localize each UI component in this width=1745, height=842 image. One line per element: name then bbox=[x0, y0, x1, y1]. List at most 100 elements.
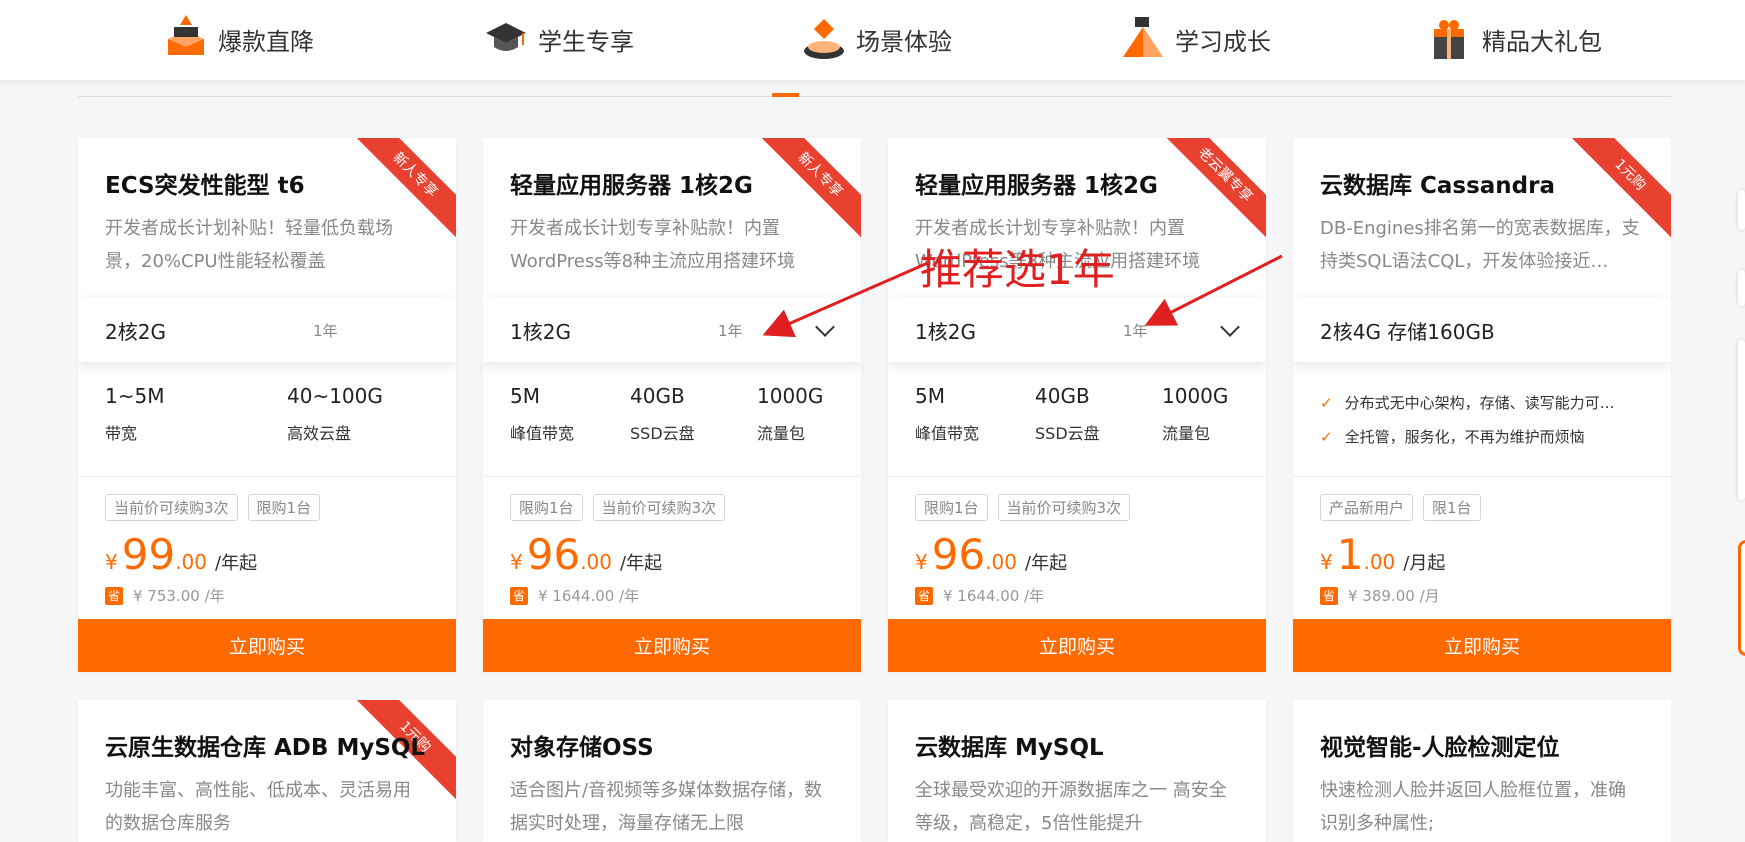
tab-label: 学生专享 bbox=[538, 27, 634, 56]
metric-disk: 40~100G 高效云盘 bbox=[287, 384, 383, 443]
card-title: 对象存储OSS bbox=[510, 735, 654, 761]
feature-item: ✓ 分布式无中心架构，存储、读写能力可… bbox=[1320, 394, 1615, 412]
period-value: 1年 bbox=[1123, 321, 1148, 340]
metric-traffic: 1000G 流量包 bbox=[757, 384, 824, 443]
growth-pyramid-icon bbox=[1121, 13, 1165, 65]
tag: 限购1台 bbox=[247, 494, 321, 521]
card-title: 云原生数据仓库 ADB MySQL bbox=[105, 735, 426, 761]
side-widget-consult[interactable] bbox=[1738, 540, 1745, 656]
side-widget[interactable] bbox=[1738, 270, 1745, 306]
card-title: 云数据库 MySQL bbox=[915, 735, 1104, 761]
metric-traffic: 1000G 流量包 bbox=[1162, 384, 1229, 443]
tab-learning[interactable]: 学习成长 bbox=[1121, 0, 1271, 78]
category-tab-bar: 爆款直降 学生专享 场景体验 学习成长 精品大礼包 bbox=[0, 0, 1745, 80]
price: ¥ 96 .00 /年起 bbox=[510, 530, 663, 579]
card-description: 开发者成长计划补贴！轻量低负载场景，20%CPU性能轻松覆盖 bbox=[105, 218, 393, 272]
spec-selector[interactable]: 1核2G 1年 bbox=[483, 298, 861, 362]
tag-list: 产品新用户 限1台 bbox=[1320, 494, 1481, 521]
save-badge-icon: 省 bbox=[105, 586, 123, 605]
card-separator bbox=[483, 476, 861, 477]
metric-bandwidth: 5M 峰值带宽 bbox=[915, 384, 980, 443]
period-value: 1年 bbox=[313, 321, 338, 340]
product-card-oss: 对象存储OSS 适合图片/音视频等多媒体数据存储，数据实时处理，海量存储无上限 bbox=[483, 700, 861, 842]
card-separator bbox=[888, 476, 1266, 477]
check-icon: ✓ bbox=[1320, 394, 1333, 412]
buy-now-button[interactable]: 立即购买 bbox=[888, 619, 1266, 672]
tab-scene[interactable]: 场景体验 bbox=[802, 0, 952, 78]
tag: 当前价可续购3次 bbox=[997, 494, 1131, 521]
tag: 限1台 bbox=[1423, 494, 1481, 521]
card-description: DB-Engines排名第一的宽表数据库，支持类SQL语法CQL，开发体验接近… bbox=[1320, 218, 1640, 272]
side-widget[interactable] bbox=[1738, 190, 1745, 230]
tab-gift-pack[interactable]: 精品大礼包 bbox=[1428, 0, 1602, 78]
metric-disk: 40GB SSD云盘 bbox=[630, 384, 695, 443]
gift-box-icon bbox=[1428, 13, 1472, 65]
card-title: 云数据库 Cassandra bbox=[1320, 173, 1556, 199]
original-price: 省 ¥ 753.00 /年 bbox=[105, 585, 225, 606]
card-description: 快速检测人脸并返回人脸框位置，准确识别多种属性; bbox=[1320, 780, 1626, 834]
tab-hot-deals[interactable]: 爆款直降 bbox=[164, 0, 314, 78]
active-tab-indicator bbox=[772, 93, 799, 97]
tag: 当前价可续购3次 bbox=[105, 494, 238, 521]
card-description: 开发者成长计划专享补贴款！内置WordPress等8种主流应用搭建环境 bbox=[510, 218, 796, 272]
card-description: 功能丰富、高性能、低成本、灵活易用的数据仓库服务 bbox=[105, 780, 411, 834]
tab-label: 精品大礼包 bbox=[1482, 27, 1602, 56]
buy-now-button[interactable]: 立即购买 bbox=[78, 619, 456, 672]
tag-list: 限购1台 当前价可续购3次 bbox=[510, 494, 726, 521]
tag: 限购1台 bbox=[510, 494, 583, 521]
original-price: 省 ¥ 389.00 /月 bbox=[1320, 585, 1440, 606]
metric-bandwidth: 5M 峰值带宽 bbox=[510, 384, 575, 443]
product-card-ecs-t6: 新人专享 ECS突发性能型 t6 开发者成长计划补贴！轻量低负载场景，20%CP… bbox=[78, 138, 456, 672]
spec-selector[interactable]: 1核2G 1年 bbox=[888, 298, 1266, 362]
tag-list: 当前价可续购3次 限购1台 bbox=[105, 494, 321, 521]
tag: 当前价可续购3次 bbox=[592, 494, 726, 521]
card-description: 适合图片/音视频等多媒体数据存储，数据实时处理，海量存储无上限 bbox=[510, 780, 823, 834]
card-separator bbox=[1293, 476, 1671, 477]
graduation-cap-icon bbox=[484, 13, 528, 65]
spec-selector[interactable]: 2核4G 存储160GB bbox=[1293, 298, 1671, 362]
product-card-mysql: 云数据库 MySQL 全球最受欢迎的开源数据库之一 高安全等级，高稳定，5倍性能… bbox=[888, 700, 1266, 842]
spec-value: 2核4G 存储160GB bbox=[1320, 319, 1495, 344]
card-title: 轻量应用服务器 1核2G bbox=[510, 173, 753, 199]
product-card-cassandra: 1元购 云数据库 Cassandra DB-Engines排名第一的宽表数据库，… bbox=[1293, 138, 1671, 672]
spec-value: 2核2G bbox=[105, 319, 166, 344]
tab-label: 爆款直降 bbox=[218, 27, 314, 56]
period-value: 1年 bbox=[718, 321, 743, 340]
chevron-down-icon[interactable] bbox=[1220, 317, 1240, 337]
original-price: 省 ¥ 1644.00 /年 bbox=[510, 585, 639, 606]
side-widget[interactable] bbox=[1738, 340, 1745, 500]
card-description: 全球最受欢迎的开源数据库之一 高安全等级，高稳定，5倍性能提升 bbox=[915, 780, 1227, 834]
tab-divider bbox=[78, 96, 1671, 97]
tab-student[interactable]: 学生专享 bbox=[484, 0, 634, 78]
feature-item: ✓ 全托管，服务化，不再为维护而烦恼 bbox=[1320, 428, 1585, 446]
check-icon: ✓ bbox=[1320, 428, 1333, 446]
price: ¥ 1 .00 /月起 bbox=[1320, 530, 1446, 579]
price: ¥ 96 .00 /年起 bbox=[915, 530, 1068, 579]
buy-now-button[interactable]: 立即购买 bbox=[483, 619, 861, 672]
save-badge-icon: 省 bbox=[915, 586, 933, 605]
scene-box-icon bbox=[802, 13, 846, 65]
product-card-lightweight-server-old-user: 老云翼专享 轻量应用服务器 1核2G 开发者成长计划专享补贴款！内置WordPr… bbox=[888, 138, 1266, 672]
tab-label: 学习成长 bbox=[1175, 27, 1271, 56]
spec-value: 1核2G bbox=[915, 319, 976, 344]
tag: 产品新用户 bbox=[1320, 494, 1414, 521]
card-title: ECS突发性能型 t6 bbox=[105, 173, 305, 199]
card-title: 轻量应用服务器 1核2G bbox=[915, 173, 1158, 199]
product-card-lightweight-server: 新人专享 轻量应用服务器 1核2G 开发者成长计划专享补贴款！内置WordPre… bbox=[483, 138, 861, 672]
original-price: 省 ¥ 1644.00 /年 bbox=[915, 585, 1044, 606]
spec-selector[interactable]: 2核2G 1年 bbox=[78, 298, 456, 362]
chevron-down-icon[interactable] bbox=[815, 317, 835, 337]
product-card-adb-mysql: 1元购 云原生数据仓库 ADB MySQL 功能丰富、高性能、低成本、灵活易用的… bbox=[78, 700, 456, 842]
metric-bandwidth: 1~5M 带宽 bbox=[105, 384, 165, 443]
spec-value: 1核2G bbox=[510, 319, 571, 344]
card-title: 视觉智能-人脸检测定位 bbox=[1320, 735, 1560, 761]
annotation-text: 推荐选1年 bbox=[920, 245, 1115, 294]
save-badge-icon: 省 bbox=[510, 586, 528, 605]
metric-disk: 40GB SSD云盘 bbox=[1035, 384, 1100, 443]
card-separator bbox=[78, 476, 456, 477]
fire-stack-icon bbox=[164, 13, 208, 65]
product-card-face-detection: 视觉智能-人脸检测定位 快速检测人脸并返回人脸框位置，准确识别多种属性; bbox=[1293, 700, 1671, 842]
tab-label: 场景体验 bbox=[856, 27, 952, 56]
buy-now-button[interactable]: 立即购买 bbox=[1293, 619, 1671, 672]
tag: 限购1台 bbox=[915, 494, 988, 521]
